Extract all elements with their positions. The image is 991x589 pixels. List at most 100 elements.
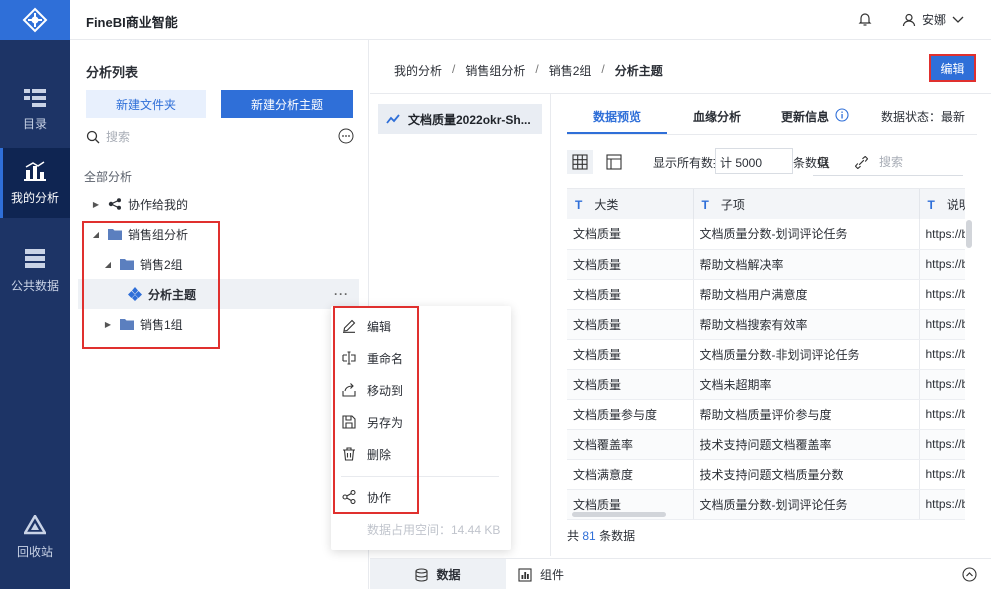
table-cell[interactable]: https://b xyxy=(919,369,965,400)
chevron-up-circle-icon xyxy=(962,567,977,582)
table-cell[interactable]: https://b xyxy=(919,459,965,490)
database-icon xyxy=(25,248,45,268)
table-row: 文档质量 文档未超期率 https://b xyxy=(567,369,965,400)
preview-toolbar: 显示所有数据 计 5000 条数据 搜索 xyxy=(567,148,977,176)
user-menu[interactable]: 安娜 xyxy=(902,11,964,28)
table-cell[interactable]: 帮助文档用户满意度 xyxy=(693,279,920,310)
table-cell[interactable]: 帮助文档质量评价参与度 xyxy=(693,399,920,430)
bottom-tab-component[interactable]: 组件 xyxy=(518,559,564,589)
recycle-icon xyxy=(24,514,46,534)
more-options-icon[interactable] xyxy=(338,128,354,144)
tab-data-preview[interactable]: 数据预览 xyxy=(567,104,667,134)
new-folder-button[interactable]: 新建文件夹 xyxy=(86,90,206,118)
tree-search xyxy=(86,126,354,148)
breadcrumb-item[interactable]: 我的分析 xyxy=(394,62,442,79)
text-type-icon: T xyxy=(927,197,935,212)
app-logo[interactable] xyxy=(0,0,70,40)
layout-view-icon xyxy=(606,154,622,170)
dataset-item[interactable]: 文档质量2022okr-Sh... xyxy=(378,104,542,134)
table-cell[interactable]: 技术支持问题文档质量分数 xyxy=(693,459,920,490)
table-cell[interactable]: 文档质量分数-划词评论任务 xyxy=(693,219,920,250)
tree-node-shared-with-me[interactable]: ▶ 协作给我的 xyxy=(90,189,360,219)
breadcrumb-separator: / xyxy=(601,62,605,76)
column-header[interactable]: T 子项 xyxy=(693,189,920,219)
table-cell[interactable]: 文档质量 xyxy=(567,219,694,250)
table-cell[interactable]: 文档质量 xyxy=(567,339,694,370)
text-type-icon: T xyxy=(575,197,583,212)
layout-view-button[interactable] xyxy=(601,150,627,174)
caret-right-icon[interactable]: ▶ xyxy=(90,200,102,209)
column-header[interactable]: T 大类 xyxy=(567,189,694,219)
link-icon[interactable] xyxy=(855,156,868,169)
table-row: 文档质量参与度 帮助文档质量评价参与度 https://b xyxy=(567,399,965,430)
table-cell[interactable]: 文档质量 xyxy=(567,279,694,310)
new-topic-button[interactable]: 新建分析主题 xyxy=(221,90,353,118)
rail-item-catalog[interactable]: 目录 xyxy=(0,75,70,145)
tree-search-input[interactable] xyxy=(106,130,306,144)
bottom-tab-data[interactable]: 数据 xyxy=(370,559,506,589)
detail-tabs: 数据预览 血缘分析 更新信息 数据状态：最新 xyxy=(567,104,977,134)
share-node-icon xyxy=(108,198,122,210)
app-title: FineBI商业智能 xyxy=(86,15,178,30)
table-cell[interactable]: https://b xyxy=(919,309,965,340)
bar-chart-icon xyxy=(518,567,532,582)
text-type-icon: T xyxy=(701,197,709,212)
table-cell[interactable]: 文档未超期率 xyxy=(693,369,920,400)
analysis-chart-icon xyxy=(24,160,46,181)
grid-view-button[interactable] xyxy=(567,150,593,174)
preview-search[interactable]: 搜索 xyxy=(813,148,963,176)
tab-update-info[interactable]: 更新信息 xyxy=(781,104,877,134)
top-bar: FineBI商业智能 安娜 xyxy=(70,0,991,40)
table-cell[interactable]: https://b xyxy=(919,279,965,310)
rail-item-recycle-bin[interactable]: 回收站 xyxy=(0,502,70,572)
database-icon xyxy=(415,567,429,582)
table-cell[interactable]: https://b xyxy=(919,339,965,370)
breadcrumb-current: 分析主题 xyxy=(614,64,663,78)
bottom-tab-data-label: 数据 xyxy=(436,568,461,582)
breadcrumb: 我的分析 / 销售组分析 / 销售2组 / 分析主题 xyxy=(394,62,663,79)
table-cell[interactable]: 文档质量 xyxy=(567,309,694,340)
table-row: 文档满意度 技术支持问题文档质量分数 https://b xyxy=(567,459,965,490)
table-cell[interactable]: 文档质量分数-非划词评论任务 xyxy=(693,339,920,370)
row-count-prefix: 共 xyxy=(567,529,580,543)
table-cell[interactable]: 技术支持问题文档覆盖率 xyxy=(693,429,920,460)
collapse-button[interactable] xyxy=(962,567,977,585)
table-cell[interactable]: 文档质量 xyxy=(567,249,694,280)
tab-lineage[interactable]: 血缘分析 xyxy=(677,104,757,134)
breadcrumb-item[interactable]: 销售2组 xyxy=(549,62,592,79)
vertical-scrollbar[interactable] xyxy=(966,220,972,248)
tab-update-info-label: 更新信息 xyxy=(781,110,830,124)
breadcrumb-item[interactable]: 销售组分析 xyxy=(465,62,525,79)
column-header[interactable]: T说明 xyxy=(919,189,965,219)
logo-icon xyxy=(22,7,48,33)
info-icon[interactable] xyxy=(835,108,849,122)
user-name: 安娜 xyxy=(922,13,947,27)
row-limit-field[interactable]: 计 5000 xyxy=(715,148,793,174)
table-row: 文档质量 帮助文档搜索有效率 https://b xyxy=(567,309,965,340)
table-cell[interactable]: https://b xyxy=(919,249,965,280)
table-cell[interactable]: 文档覆盖率 xyxy=(567,429,694,460)
tree-root-all[interactable]: 全部分析 xyxy=(84,168,132,185)
horizontal-scrollbar[interactable] xyxy=(572,512,666,517)
table-cell[interactable]: https://b xyxy=(919,219,965,250)
table-cell[interactable]: 文档质量分数-划词评论任务 xyxy=(693,489,920,520)
row-more-button[interactable]: ··· xyxy=(334,287,349,301)
table-cell[interactable]: 帮助文档解决率 xyxy=(693,249,920,280)
table-cell[interactable]: https://b xyxy=(919,399,965,430)
table-cell[interactable]: 文档质量参与度 xyxy=(567,399,694,430)
bottom-bar: 数据 组件 xyxy=(370,558,991,589)
breadcrumb-separator: / xyxy=(535,62,539,76)
analysis-list-panel: 分析列表 新建文件夹 新建分析主题 全部分析 ▶ 协作给我的 ◢ 销售组分析 ◢… xyxy=(70,40,369,589)
rail-item-public-data[interactable]: 公共数据 xyxy=(0,236,70,306)
table-cell[interactable]: https://b xyxy=(919,489,965,520)
table-cell[interactable]: https://b xyxy=(919,429,965,460)
table-cell[interactable]: 文档满意度 xyxy=(567,459,694,490)
search-icon xyxy=(817,156,830,169)
rail-label-my-analysis: 我的分析 xyxy=(10,190,59,205)
row-count-suffix: 条数据 xyxy=(599,529,636,543)
notification-button[interactable] xyxy=(857,11,873,30)
table-cell[interactable]: 帮助文档搜索有效率 xyxy=(693,309,920,340)
edit-button[interactable]: 编辑 xyxy=(929,54,976,82)
table-cell[interactable]: 文档质量 xyxy=(567,369,694,400)
rail-item-my-analysis[interactable]: 我的分析 xyxy=(0,148,70,218)
